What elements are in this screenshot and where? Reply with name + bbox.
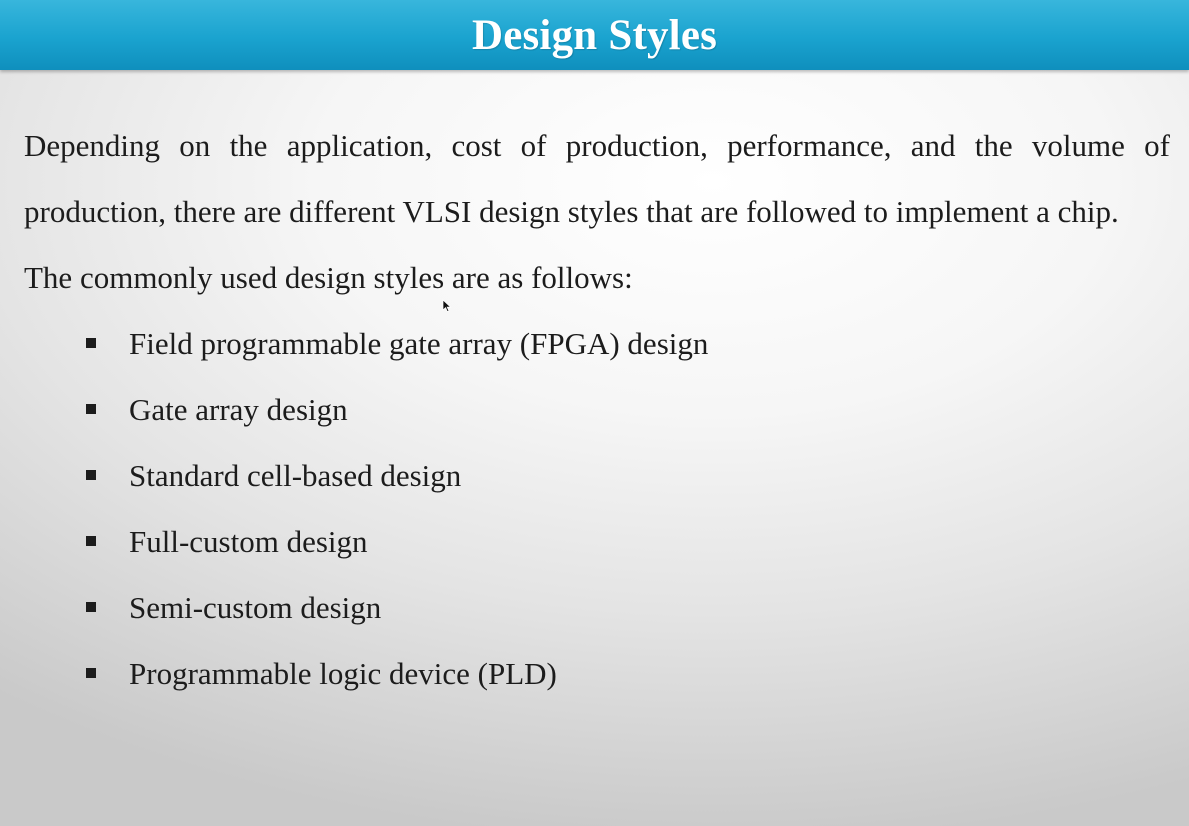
list-item-label: Standard cell-based design — [129, 458, 462, 493]
list-item-label: Field programmable gate array (FPGA) des… — [129, 326, 709, 361]
square-bullet-icon — [86, 602, 96, 612]
square-bullet-icon — [86, 404, 96, 414]
list-item: Standard cell-based design — [86, 443, 1170, 509]
list-item-label: Gate array design — [129, 392, 348, 427]
square-bullet-icon — [86, 470, 96, 480]
list-item-label: Semi-custom design — [129, 590, 382, 625]
slide-content: Depending on the application, cost of pr… — [24, 113, 1170, 707]
mouse-pointer-icon — [442, 299, 452, 313]
list-item: Field programmable gate array (FPGA) des… — [86, 311, 1170, 377]
slide-title: Design Styles — [471, 11, 718, 59]
list-item: Gate array design — [86, 377, 1170, 443]
lead-sentence: The commonly used design styles are as f… — [24, 260, 633, 295]
list-item: Full-custom design — [86, 509, 1170, 575]
list-item: Programmable logic device (PLD) — [86, 641, 1170, 707]
design-styles-list: Field programmable gate array (FPGA) des… — [24, 311, 1170, 707]
list-item-label: Programmable logic device (PLD) — [129, 656, 557, 691]
square-bullet-icon — [86, 338, 96, 348]
list-item-label: Full-custom design — [129, 524, 368, 559]
square-bullet-icon — [86, 668, 96, 678]
intro-paragraph: Depending on the application, cost of pr… — [24, 128, 1170, 229]
list-item: Semi-custom design — [86, 575, 1170, 641]
square-bullet-icon — [86, 536, 96, 546]
title-bar: Design Styles — [0, 0, 1189, 70]
